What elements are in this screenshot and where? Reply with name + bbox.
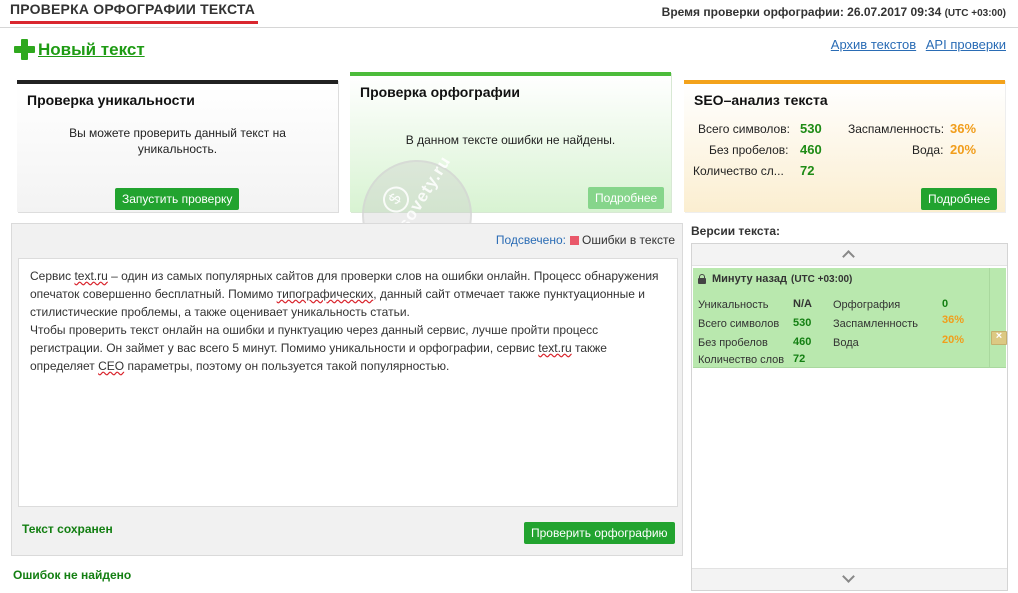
version-uniqueness-label: Уникальность	[698, 299, 769, 311]
top-links: Архив текстов API проверки	[825, 37, 1006, 52]
version-header: Минуту назад (UTC +03:00)	[698, 273, 852, 285]
plus-icon	[14, 39, 35, 60]
uniqueness-title: Проверка уникальности	[27, 92, 195, 108]
version-water-label: Вода	[833, 337, 859, 349]
no-errors-status: Ошибок не найдено	[13, 568, 132, 582]
error-color-swatch	[570, 236, 579, 245]
versions-panel: Минуту назад (UTC +03:00) Уникальность N…	[691, 243, 1008, 591]
version-total-label: Всего символов	[698, 318, 780, 330]
highlight-legend: Подсвечено: Ошибки в тексте	[496, 233, 675, 247]
flagged-word: типографических	[276, 287, 374, 301]
seo-words-label: Количество сл...	[693, 164, 784, 178]
archive-link[interactable]: Архив текстов	[831, 37, 916, 52]
spelling-details-button[interactable]: Подробнее	[588, 187, 665, 209]
check-spelling-button[interactable]: Проверить орфографию	[524, 522, 675, 544]
version-words-label: Количество слов	[698, 354, 785, 366]
version-timezone: (UTC +03:00)	[790, 273, 853, 285]
text-segment: Чтобы проверить текст онлайн на ошибки и…	[30, 323, 599, 355]
version-spam-label: Заспамленность	[833, 318, 918, 330]
version-uniqueness-value: N/A	[793, 298, 812, 310]
uniqueness-message: Вы можете проверить данный текст на уник…	[69, 126, 286, 156]
flagged-word: text.ru	[538, 341, 572, 355]
seo-total-label: Всего символов:	[698, 122, 790, 136]
highlight-label: Подсвечено:	[495, 233, 566, 247]
lock-icon	[698, 274, 706, 284]
version-nospace-value: 460	[793, 336, 812, 348]
version-nospace-label: Без пробелов	[698, 337, 768, 349]
seo-water-value: 20%	[950, 142, 977, 157]
spelling-message: В данном тексте ошибки не найдены.	[405, 133, 616, 147]
saved-status: Текст сохранен	[22, 522, 113, 536]
start-uniqueness-check-button[interactable]: Запустить проверку	[115, 188, 240, 210]
check-time-timezone: (UTC +03:00)	[944, 8, 1006, 19]
title-underline	[10, 21, 258, 24]
chevron-down-icon	[842, 570, 855, 583]
check-time-label: Время проверки орфографии: 26.07.2017 09…	[661, 5, 942, 19]
version-item[interactable]: Минуту назад (UTC +03:00) Уникальность N…	[693, 268, 1007, 368]
version-words-value: 72	[793, 353, 806, 365]
flagged-word: text.ru	[74, 269, 108, 283]
delete-version-button[interactable]: ×	[991, 330, 1007, 345]
text-paragraph-2: Чтобы проверить текст онлайн на ошибки и…	[30, 321, 666, 375]
version-total-value: 530	[793, 317, 812, 329]
page-title: ПРОВЕРКА ОРФОГРАФИИ ТЕКСТА	[10, 1, 256, 17]
versions-scroll-down[interactable]	[692, 568, 1007, 590]
versions-title: Версии текста:	[691, 224, 781, 238]
seo-details-button[interactable]: Подробнее	[921, 188, 998, 210]
seo-words-value: 72	[800, 163, 815, 178]
seo-spam-value: 36%	[950, 121, 977, 136]
seo-water-label: Вода:	[912, 143, 944, 157]
spelling-title: Проверка орфографии	[360, 84, 520, 100]
api-link[interactable]: API проверки	[926, 37, 1006, 52]
version-water-value: 20%	[942, 334, 965, 346]
seo-spam-label: Заспамленность:	[848, 122, 945, 136]
new-text-button[interactable]: Новый текст	[14, 39, 145, 60]
errors-legend-label: Ошибки в тексте	[582, 233, 675, 247]
new-text-label: Новый текст	[38, 39, 145, 59]
text-segment: Сервис	[30, 269, 75, 283]
close-icon: ×	[995, 330, 1003, 342]
seo-title: SEO–анализ текста	[694, 92, 828, 108]
version-spelling-label: Орфография	[833, 299, 901, 311]
versions-scroll-up[interactable]	[692, 244, 1007, 266]
seo-nospace-value: 460	[800, 142, 822, 157]
uniqueness-card: Проверка уникальности Вы можете проверит…	[17, 80, 338, 212]
version-spelling-value: 0	[942, 298, 949, 310]
seo-total-value: 530	[800, 121, 822, 136]
text-paragraph-1: Сервис text.ru – один из самых популярны…	[30, 267, 666, 321]
version-divider	[989, 268, 990, 368]
flagged-word: СЕО	[98, 359, 125, 373]
chevron-up-icon	[842, 250, 855, 263]
version-time: Минуту назад	[712, 273, 787, 285]
text-segment: параметры, поэтому он пользуется такой п…	[124, 359, 450, 373]
version-spam-value: 36%	[942, 314, 965, 326]
seo-card: SEO–анализ текста Всего символов: 530 За…	[684, 80, 1005, 212]
text-editor[interactable]: Сервис text.ru – один из самых популярны…	[18, 258, 678, 507]
seo-nospace-label: Без пробелов:	[709, 143, 789, 157]
check-time: Время проверки орфографии: 26.07.2017 09…	[662, 5, 1006, 19]
top-bar: ПРОВЕРКА ОРФОГРАФИИ ТЕКСТА Время проверк…	[0, 0, 1018, 28]
editor-panel: Подсвечено: Ошибки в тексте Сервис text.r…	[11, 223, 683, 556]
